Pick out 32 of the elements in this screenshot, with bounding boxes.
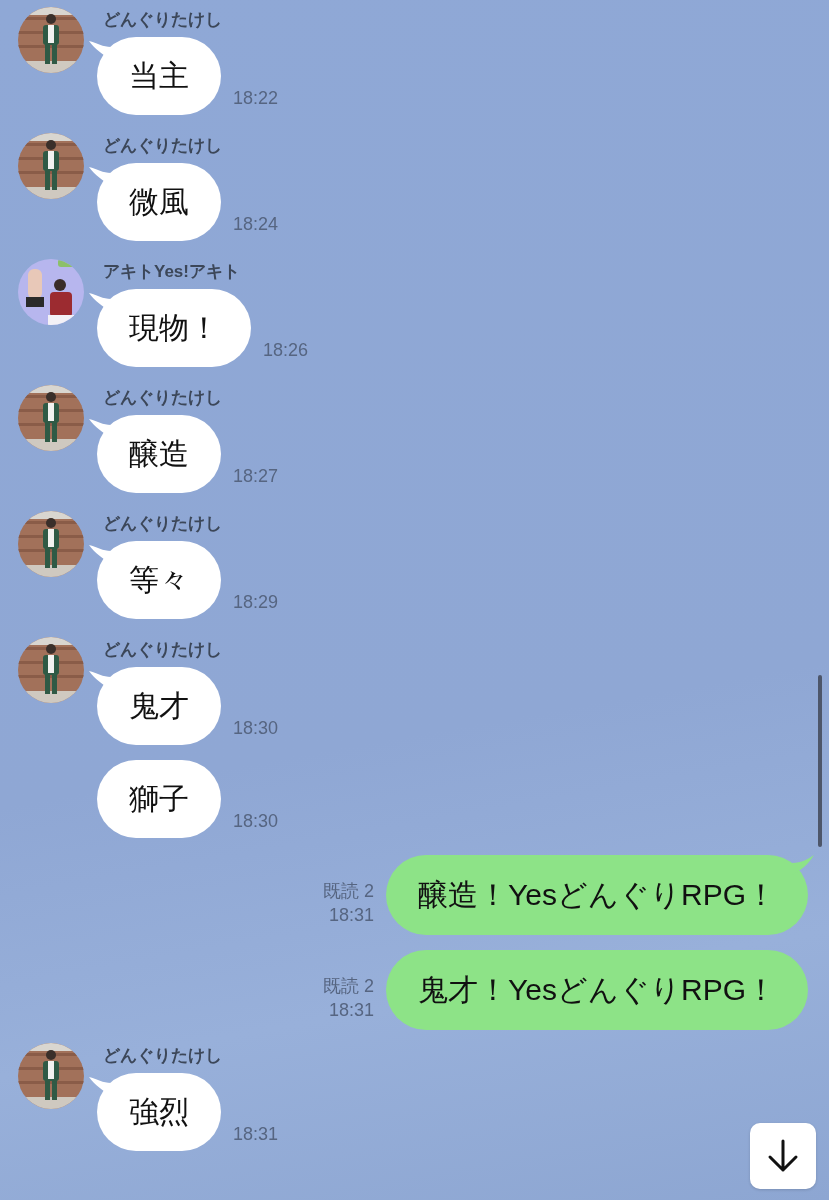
sender-name: どんぐりたけし (103, 135, 223, 157)
message-bubble: 醸造！YesどんぐりRPG！ (386, 855, 808, 935)
sender-name: どんぐりたけし (103, 9, 223, 31)
read-receipt: 既読 2 (323, 880, 375, 903)
message-bubble: 当主 (97, 37, 221, 115)
message-bubble: 獅子 (97, 760, 221, 838)
message-time: 18:29 (233, 592, 279, 613)
message-time: 18:30 (233, 811, 279, 832)
message-time: 18:22 (233, 88, 279, 109)
message-bubble: 鬼才 (97, 667, 221, 745)
message-bubble: 微風 (97, 163, 221, 241)
scroll-down-button[interactable] (750, 1123, 816, 1189)
sender-name: どんぐりたけし (103, 639, 223, 661)
message-time: 18:27 (233, 466, 279, 487)
message-time: 18:31 (233, 1124, 279, 1145)
sender-name: アキトYes!アキト (103, 261, 241, 283)
message-bubble: 醸造 (97, 415, 221, 493)
read-receipt: 既読 2 (323, 975, 375, 998)
message-time: 18:30 (233, 718, 279, 739)
message-bubble: 強烈 (97, 1073, 221, 1151)
sender-name: どんぐりたけし (103, 1045, 223, 1067)
scrollbar[interactable] (818, 675, 822, 847)
message-bubble: 等々 (97, 541, 221, 619)
message-time: 18:24 (233, 214, 279, 235)
message-bubble: 鬼才！YesどんぐりRPG！ (386, 950, 808, 1030)
arrow-down-icon (767, 1139, 799, 1173)
sender-name: どんぐりたけし (103, 513, 223, 535)
message-bubble: 現物！ (97, 289, 251, 367)
message-time: 18:31 (329, 999, 375, 1022)
message-time: 18:26 (263, 340, 309, 361)
message-time: 18:31 (329, 904, 375, 927)
sender-name: どんぐりたけし (103, 387, 223, 409)
